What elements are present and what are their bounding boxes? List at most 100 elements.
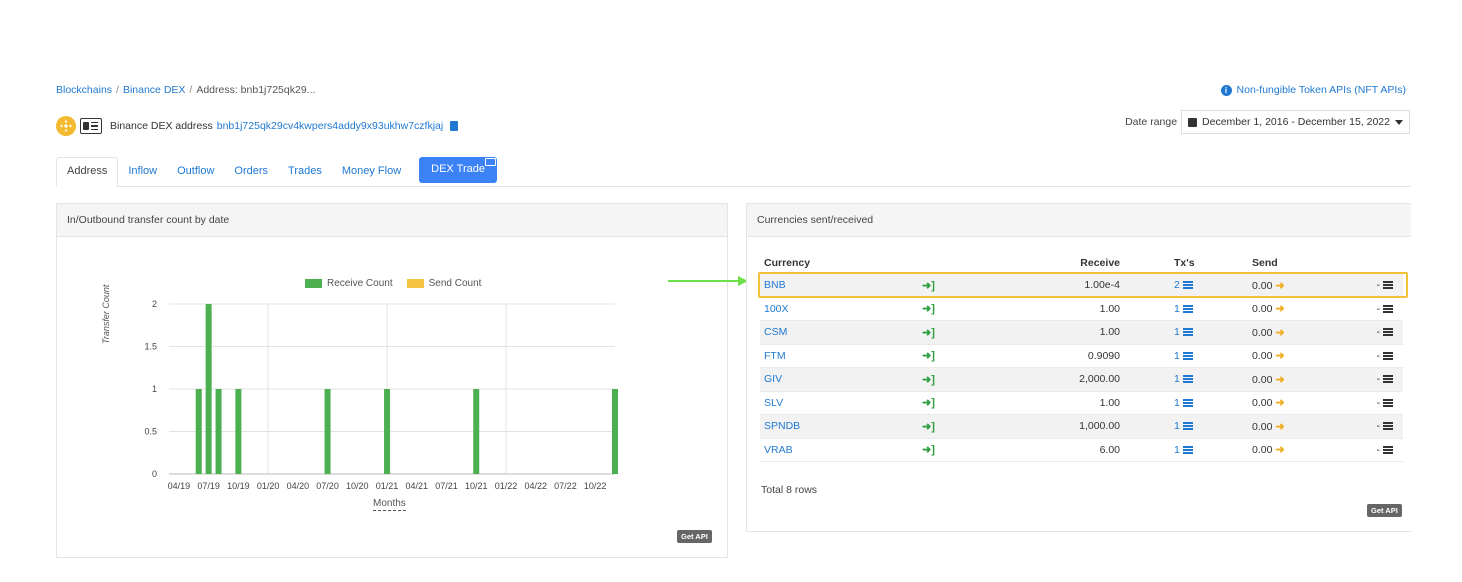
sign-out-icon: ➜ xyxy=(1275,373,1285,386)
list-icon xyxy=(1182,304,1193,313)
currency-link[interactable]: 100X xyxy=(764,303,789,315)
dash-text: - xyxy=(1376,349,1381,362)
bar xyxy=(235,389,242,474)
breadcrumb: Blockchains / Binance DEX / Address: bnb1j72… xyxy=(56,84,315,96)
x-tick-label: 07/19 xyxy=(197,481,220,491)
send-value: 0.00 xyxy=(1252,303,1273,316)
dash-text: - xyxy=(1376,396,1381,409)
list-icon xyxy=(1383,422,1393,431)
col-txs[interactable]: Tx's xyxy=(1124,252,1248,274)
x-tick-label: 04/19 xyxy=(168,481,191,491)
tab-bar: Address Inflow Outflow Orders Trades Mon… xyxy=(56,157,1411,187)
breadcrumb-separator: / xyxy=(116,84,119,96)
x-tick-label: 04/20 xyxy=(287,481,310,491)
arrow-icon xyxy=(668,276,748,286)
sign-out-icon: ➜ xyxy=(1275,420,1285,433)
sign-in-icon: ➜] xyxy=(922,444,935,457)
dash-text: - xyxy=(1376,420,1381,433)
currency-link[interactable]: SPNDB xyxy=(764,420,800,432)
tab-dex-trade[interactable]: DEX Trade xyxy=(419,157,497,183)
actions-cell[interactable]: - xyxy=(1377,444,1393,456)
currency-link[interactable]: VRAB xyxy=(764,444,793,456)
y-tick-label: 2 xyxy=(152,299,157,309)
send-value: 0.00 xyxy=(1252,397,1273,410)
currencies-panel: Currencies sent/received Currency Receiv… xyxy=(746,203,1411,532)
x-tick-label: 10/22 xyxy=(584,481,607,491)
currency-link[interactable]: GIV xyxy=(764,373,782,385)
tab-orders[interactable]: Orders xyxy=(224,158,278,186)
sign-in-icon: ➜] xyxy=(922,303,935,316)
col-send[interactable]: Send xyxy=(1248,252,1356,274)
address-label: Binance DEX address xyxy=(110,120,213,132)
txs-count: 1 xyxy=(1174,396,1180,409)
bar xyxy=(612,389,618,474)
actions-cell[interactable]: - xyxy=(1376,373,1393,386)
nft-api-link-label: Non-fungible Token APIs (NFT APIs) xyxy=(1236,84,1406,96)
tab-inflow[interactable]: Inflow xyxy=(118,158,167,186)
date-range-picker[interactable]: December 1, 2016 - December 15, 2022 xyxy=(1181,110,1410,134)
sign-in-icon: ➜] xyxy=(922,326,935,339)
x-tick-label: 10/19 xyxy=(227,481,250,491)
txs-link[interactable]: 1 xyxy=(1174,350,1193,362)
actions-cell[interactable]: - xyxy=(1377,326,1393,338)
tab-money-flow[interactable]: Money Flow xyxy=(332,158,411,186)
copy-icon[interactable] xyxy=(450,121,459,131)
bar xyxy=(215,389,222,474)
nft-api-link[interactable]: i Non-fungible Token APIs (NFT APIs) xyxy=(1220,84,1406,96)
x-tick-label: 04/21 xyxy=(406,481,429,491)
txs-link[interactable]: 1 xyxy=(1174,326,1193,338)
table-row: CSM ➜] 1.00 1 0.00 ➜ - xyxy=(760,320,1403,345)
txs-link[interactable]: 1 xyxy=(1174,420,1193,432)
x-tick-label: 07/21 xyxy=(435,481,458,491)
x-axis-label: Months xyxy=(373,498,406,511)
send-value: 0.00 xyxy=(1252,444,1273,457)
actions-cell[interactable]: - xyxy=(1376,396,1393,409)
receive-value: 6.00 xyxy=(946,438,1124,462)
y-tick-label: 0.5 xyxy=(144,427,157,437)
dash-text: - xyxy=(1376,373,1381,386)
actions-cell[interactable]: - xyxy=(1376,302,1393,315)
tab-trades[interactable]: Trades xyxy=(278,158,332,186)
txs-link[interactable]: 1 xyxy=(1174,397,1193,409)
table-row: FTM ➜] 0.9090 1 0.00 ➜ - xyxy=(760,344,1403,368)
txs-link[interactable]: 1 xyxy=(1174,444,1193,456)
currency-link[interactable]: SLV xyxy=(764,397,783,409)
x-tick-label: 01/20 xyxy=(257,481,280,491)
date-range-value: December 1, 2016 - December 15, 2022 xyxy=(1202,116,1390,128)
get-api-button[interactable]: Get API xyxy=(1367,504,1402,517)
txs-link[interactable]: 1 xyxy=(1174,303,1193,315)
col-currency[interactable]: Currency xyxy=(760,252,918,274)
list-icon xyxy=(1182,445,1193,454)
dash-text: - xyxy=(1376,302,1381,315)
txs-count: 1 xyxy=(1174,302,1180,315)
get-api-button[interactable]: Get API xyxy=(677,530,712,543)
actions-cell[interactable]: - xyxy=(1376,349,1393,362)
currency-link[interactable]: FTM xyxy=(764,350,786,362)
tab-outflow[interactable]: Outflow xyxy=(167,158,224,186)
beta-badge-icon xyxy=(484,158,496,166)
sign-out-icon: ➜ xyxy=(1275,444,1285,457)
date-range: Date range December 1, 2016 - December 1… xyxy=(1125,110,1410,134)
receive-value: 2,000.00 xyxy=(946,367,1124,392)
send-value: 0.00 xyxy=(1252,420,1273,433)
breadcrumb-binance-dex[interactable]: Binance DEX xyxy=(123,84,185,96)
col-receive[interactable]: Receive xyxy=(946,252,1124,274)
txs-count: 1 xyxy=(1174,443,1180,456)
info-icon: i xyxy=(1220,84,1232,96)
currency-link[interactable]: CSM xyxy=(764,326,787,338)
txs-link[interactable]: 1 xyxy=(1174,373,1193,385)
table-row: GIV ➜] 2,000.00 1 0.00 ➜ - xyxy=(760,367,1403,392)
sign-out-icon: ➜ xyxy=(1275,350,1285,363)
x-tick-label: 07/22 xyxy=(554,481,577,491)
actions-cell[interactable]: - xyxy=(1376,420,1393,433)
send-value: 0.00 xyxy=(1252,350,1273,363)
y-tick-label: 1 xyxy=(152,384,157,394)
breadcrumb-blockchains[interactable]: Blockchains xyxy=(56,84,112,96)
address-value[interactable]: bnb1j725qk29cv4kwpers4addy9x93ukhw7czfkj… xyxy=(217,120,443,132)
panel-title: Currencies sent/received xyxy=(747,204,1411,237)
sign-in-icon: ➜] xyxy=(922,420,935,433)
tab-dex-trade-label: DEX Trade xyxy=(431,163,485,175)
sign-out-icon: ➜ xyxy=(1275,303,1285,316)
tab-address[interactable]: Address xyxy=(56,157,119,187)
list-icon xyxy=(1182,422,1193,431)
